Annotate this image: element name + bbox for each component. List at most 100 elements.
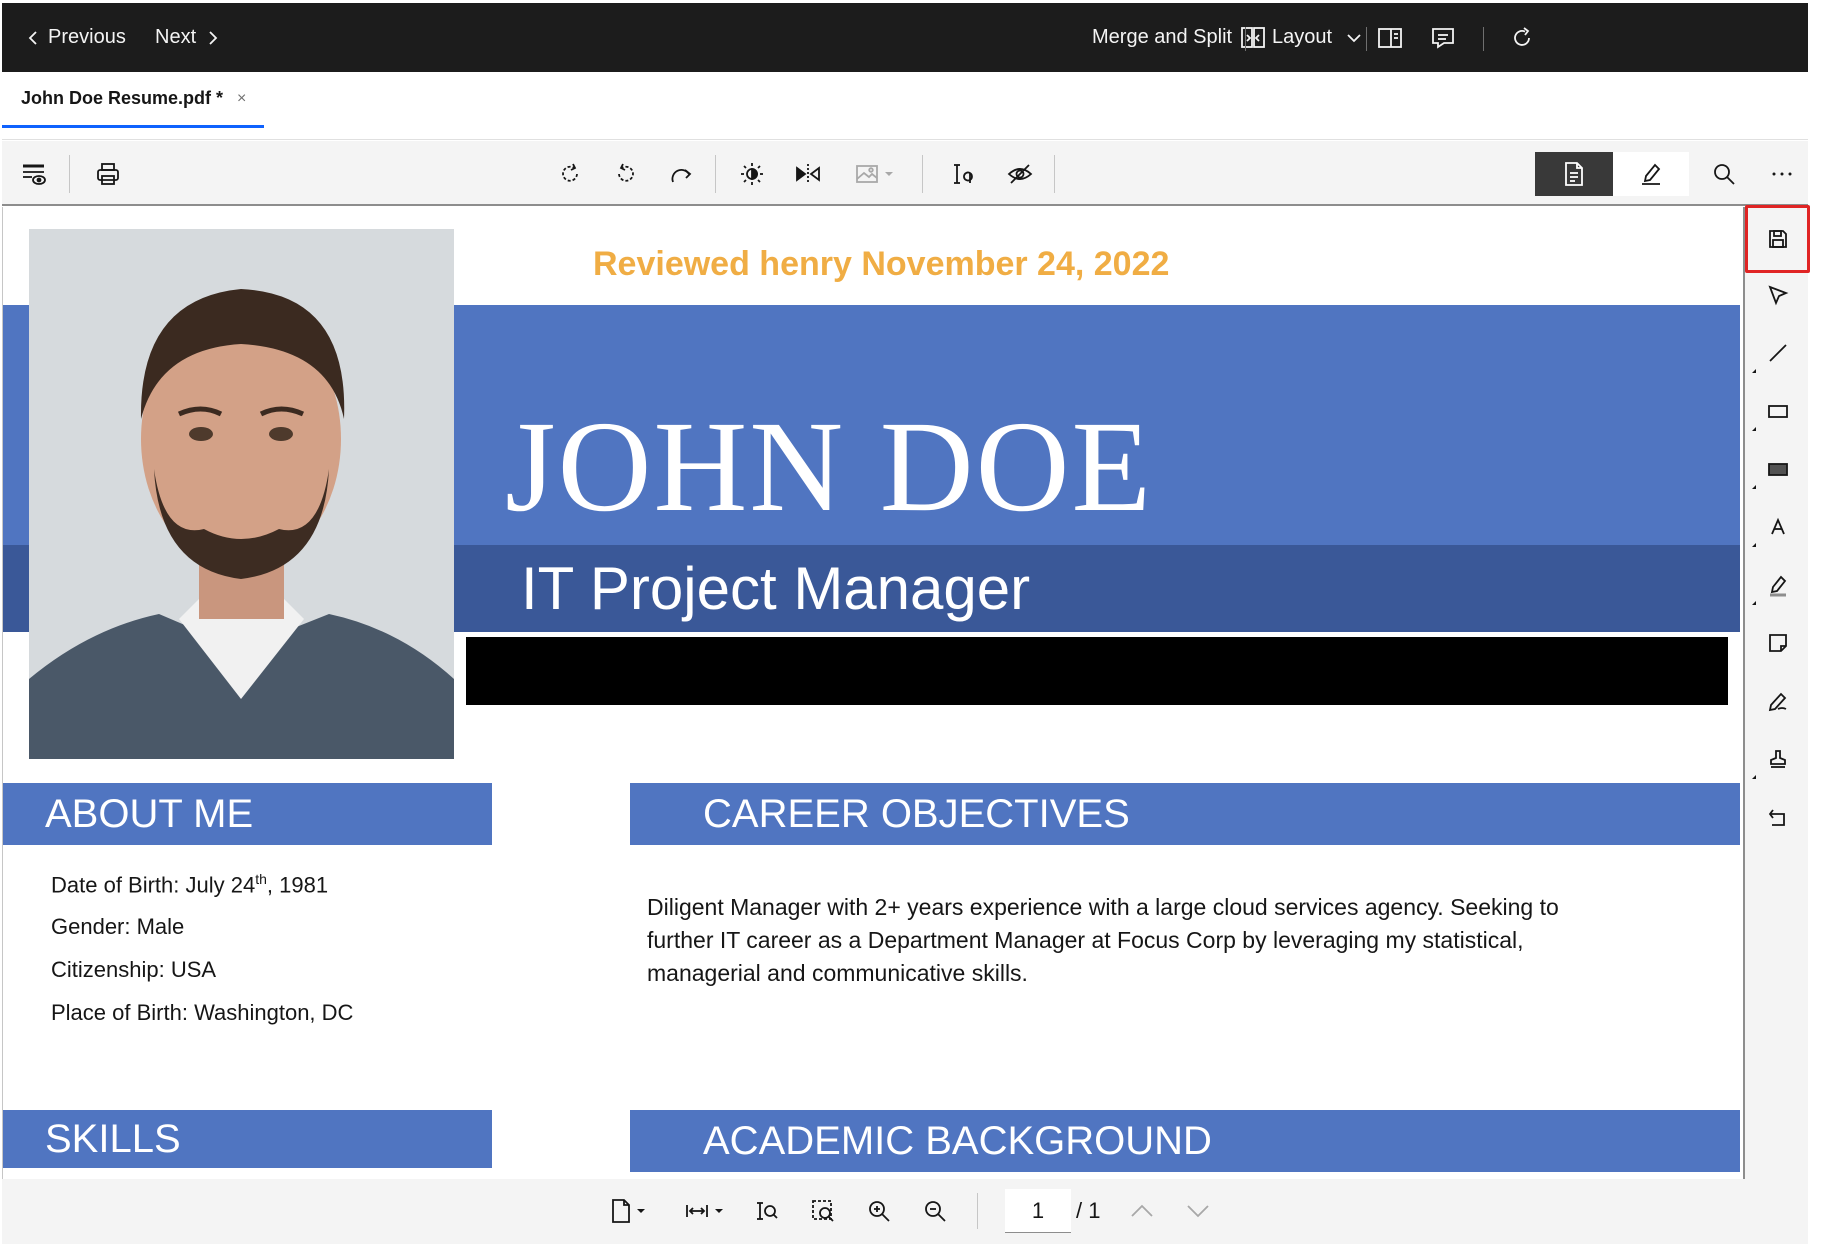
text-select-button[interactable] [943, 154, 983, 194]
zoom-to-selection-button[interactable] [803, 1191, 843, 1231]
chevron-down-icon [1187, 1205, 1209, 1218]
filled-rectangle-icon [1768, 463, 1788, 476]
image-tools-dropdown[interactable] [844, 154, 904, 194]
academic-background-title: ACADEMIC BACKGROUND [703, 1118, 1212, 1163]
search-button[interactable] [1704, 154, 1744, 194]
merge-split-icon [1241, 26, 1265, 48]
document-viewport[interactable]: Reviewed henry November 24, 2022 JOHN DO… [2, 207, 1743, 1179]
line-icon [1769, 344, 1787, 362]
next-button[interactable]: Next [155, 3, 220, 72]
highlighter-icon [1642, 163, 1661, 185]
zoom-in-button[interactable] [859, 1191, 899, 1231]
page-number-input[interactable]: 1 [1005, 1189, 1071, 1233]
merge-and-split-button[interactable]: Merge and Split [1092, 3, 1266, 72]
dob-year: , 1981 [266, 872, 329, 898]
page-total: / 1 [1076, 1198, 1101, 1223]
view-mode-button[interactable] [1535, 152, 1613, 196]
chevron-right-icon [209, 30, 218, 45]
view-options-button[interactable] [14, 154, 54, 194]
stamp-tool-button[interactable] [1752, 739, 1798, 779]
layout-dropdown[interactable]: Layout [1272, 3, 1362, 72]
print-button[interactable] [88, 154, 128, 194]
text-tool-button[interactable] [1752, 507, 1798, 547]
comments-button[interactable] [1430, 3, 1456, 72]
dob-superscript: th [255, 871, 267, 887]
rotate-clockwise-button[interactable] [550, 154, 590, 194]
date-of-birth: Date of Birth: July 24th, 1981 [51, 871, 328, 898]
previous-page-button[interactable] [1122, 1191, 1162, 1231]
document-toolbar [2, 141, 1808, 206]
select-tool-button[interactable] [1758, 275, 1798, 315]
image-icon [856, 165, 878, 183]
side-panel-icon [1378, 27, 1402, 48]
candidate-role: IT Project Manager [521, 555, 1031, 622]
divider [977, 1193, 978, 1229]
career-objectives-title: CAREER OBJECTIVES [703, 791, 1130, 836]
flip-icon [796, 164, 820, 184]
submenu-corner-icon [1752, 775, 1756, 779]
fit-width-dropdown[interactable] [676, 1191, 732, 1231]
refresh-icon [1514, 26, 1530, 46]
sticky-note-icon [1769, 634, 1787, 652]
redo-button[interactable] [662, 154, 702, 194]
zoom-to-text-button[interactable] [747, 1191, 787, 1231]
submenu-corner-icon [1752, 543, 1756, 547]
submenu-corner-icon [1752, 427, 1756, 431]
comment-icon [1432, 27, 1454, 49]
chevron-up-icon [1131, 1204, 1153, 1217]
caret-down-icon [885, 172, 893, 176]
close-tab-icon[interactable]: × [237, 90, 246, 108]
next-page-button[interactable] [1178, 1191, 1218, 1231]
zoom-area-icon [812, 1200, 834, 1222]
sticky-note-tool-button[interactable] [1758, 623, 1798, 663]
zoom-text-icon [757, 1202, 778, 1220]
rotate-counterclockwise-button[interactable] [606, 154, 646, 194]
skills-title: SKILLS [45, 1116, 181, 1161]
rectangle-icon [1768, 405, 1788, 418]
candidate-name: JOHN DOE [505, 395, 1153, 539]
redo-icon [671, 169, 692, 183]
tab-john-doe-resume[interactable]: John Doe Resume.pdf * × [2, 72, 264, 128]
save-button-highlight [1745, 205, 1810, 273]
highlight-tool-button[interactable] [1752, 565, 1798, 605]
signature-tool-button[interactable] [1758, 681, 1798, 721]
undo-annotation-button[interactable] [1758, 797, 1798, 837]
divider [1483, 27, 1484, 51]
signature-pen-icon [1768, 692, 1787, 712]
career-objectives-text: Diligent Manager with 2+ years experienc… [647, 894, 1559, 986]
view-settings-icon [23, 164, 46, 185]
brightness-button[interactable] [732, 154, 772, 194]
layout-label: Layout [1272, 26, 1333, 48]
place-of-birth: Place of Birth: Washington, DC [51, 1000, 354, 1025]
chevron-down-icon [1347, 33, 1361, 42]
previous-label: Previous [48, 26, 126, 48]
line-tool-button[interactable] [1752, 333, 1798, 373]
printer-icon [97, 163, 119, 185]
filled-rectangle-tool-button[interactable] [1752, 449, 1798, 489]
zoom-in-icon [869, 1201, 890, 1222]
refresh-button[interactable] [1510, 3, 1534, 72]
eye-slash-icon [1007, 164, 1033, 184]
about-me-header: ABOUT ME [3, 783, 492, 845]
chevron-left-icon [28, 30, 37, 45]
rectangle-tool-button[interactable] [1752, 391, 1798, 431]
citizenship: Citizenship: USA [51, 957, 217, 982]
brightness-icon [741, 163, 763, 185]
more-options-button[interactable] [1762, 154, 1802, 194]
rotate-ccw-icon [618, 163, 634, 182]
about-me-title: ABOUT ME [45, 791, 254, 836]
rotate-cw-icon [562, 163, 578, 182]
panel-toggle-button[interactable] [1377, 3, 1403, 72]
banner-sub-left-strip [3, 545, 29, 632]
annotate-mode-button[interactable] [1613, 152, 1689, 196]
caret-down-icon [715, 1209, 723, 1213]
zoom-out-button[interactable] [915, 1191, 955, 1231]
document-tab-row: John Doe Resume.pdf * × [2, 72, 1808, 140]
previous-button[interactable]: Previous [26, 3, 126, 72]
redaction-box[interactable] [466, 637, 1728, 705]
tab-label: John Doe Resume.pdf * [21, 88, 224, 108]
page-view-dropdown[interactable] [602, 1191, 654, 1231]
flip-horizontal-button[interactable] [788, 154, 828, 194]
reviewed-stamp-annotation[interactable]: Reviewed henry November 24, 2022 [593, 245, 1169, 284]
hide-annotations-button[interactable] [1000, 154, 1040, 194]
